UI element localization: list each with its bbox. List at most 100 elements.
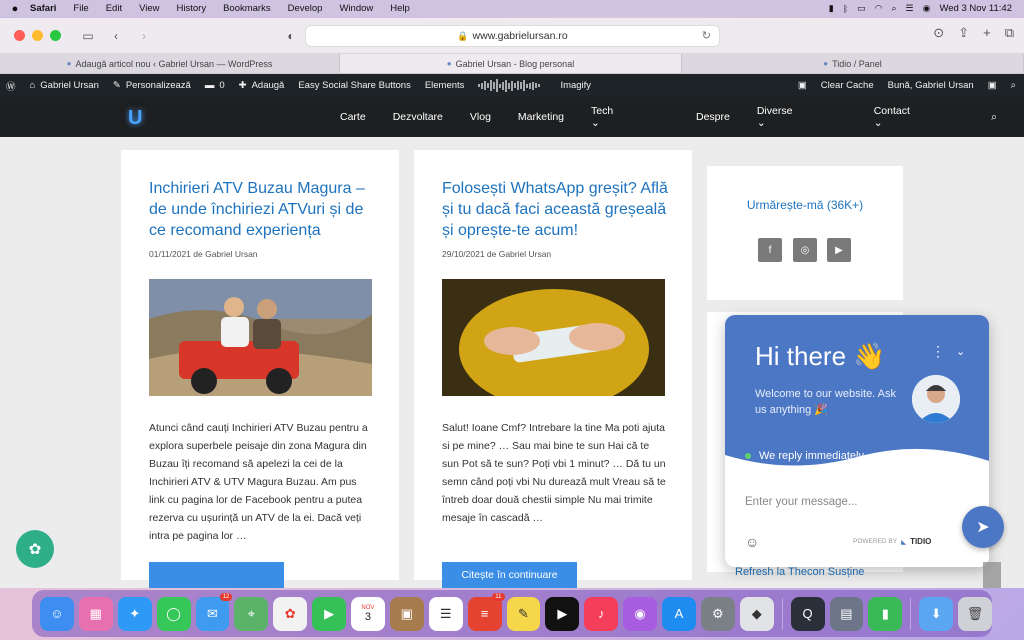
finder-icon[interactable]: ☺ — [40, 596, 74, 631]
nav-search-icon[interactable]: ⌕ — [991, 111, 997, 124]
address-bar[interactable]: 🔒 www.gabrielursan.ro ↻ — [305, 25, 720, 47]
wp-elements-link[interactable]: Elements — [425, 80, 465, 91]
sidebar-link[interactable]: Refresh la Thecon Susține — [735, 566, 864, 578]
read-more-button[interactable] — [149, 562, 284, 588]
apple-menu-icon[interactable]: ● — [0, 3, 30, 15]
scroll-indicator[interactable] — [983, 562, 1001, 588]
site-logo[interactable]: U — [128, 107, 142, 130]
forward-icon[interactable]: › — [133, 25, 155, 47]
facebook-icon[interactable]: f — [758, 238, 782, 262]
mail-icon[interactable]: ✉ 12 — [195, 592, 233, 631]
wp-essb-link[interactable]: Easy Social Share Buttons — [298, 80, 410, 91]
search-icon[interactable]: ⌕ — [891, 3, 896, 14]
menu-develop[interactable]: Develop — [288, 3, 323, 14]
post-image-atv[interactable] — [149, 279, 372, 396]
powered-by-label: POWERED BY — [853, 538, 898, 545]
wp-logo-icon[interactable]: Ⓦ — [6, 79, 16, 93]
wp-customize-link[interactable]: ✎ Personalizează — [113, 80, 191, 91]
floating-badge-icon[interactable]: ✿ — [16, 530, 54, 568]
read-more-button[interactable]: Citește în continuare — [442, 562, 577, 588]
minimize-window-button[interactable] — [32, 30, 43, 41]
menu-view[interactable]: View — [139, 3, 159, 14]
nav-diverse[interactable]: Diverse ⌄ — [757, 105, 847, 129]
quicktime-icon[interactable]: Q — [790, 596, 825, 631]
photos-icon[interactable]: ✿ — [273, 596, 308, 631]
post-title[interactable]: Folosești WhatsApp greșit? Află și tu da… — [442, 178, 672, 241]
menu-window[interactable]: Window — [339, 3, 373, 14]
new-tab-icon[interactable]: + — [983, 25, 991, 41]
dock-separator — [781, 597, 783, 630]
menu-help[interactable]: Help — [390, 3, 410, 14]
tab-blog[interactable]: ● Gabriel Ursan - Blog personal — [340, 54, 682, 73]
activity-monitor-icon[interactable]: ▮ — [868, 596, 903, 631]
roblox-icon[interactable]: ◆ — [739, 596, 774, 631]
youtube-icon[interactable]: ▶ — [827, 238, 851, 262]
preview-icon[interactable]: ▤ — [829, 596, 864, 631]
facetime-icon[interactable]: ▶ — [312, 596, 346, 631]
user-greeting[interactable]: Bună, Gabriel Ursan — [888, 80, 974, 91]
chat-message-input[interactable]: Enter your message... — [745, 496, 858, 508]
maps-icon[interactable]: ⌖ — [234, 596, 269, 631]
tab-wordpress[interactable]: ● Adaugă articol nou ‹ Gabriel Ursan — W… — [0, 54, 340, 73]
chat-options-icon[interactable]: ⋮ — [931, 343, 945, 360]
chat-send-button[interactable]: ➤ — [962, 506, 1004, 548]
app-store-icon[interactable]: A — [662, 596, 696, 631]
todoist-icon[interactable]: ≡ 11 — [467, 592, 505, 631]
wp-comments-link[interactable]: ▬ 0 — [205, 80, 225, 91]
reminders-icon[interactable]: ☰ — [428, 596, 463, 631]
tab-tidio[interactable]: ● Tidio / Panel — [682, 54, 1024, 73]
contacts-icon[interactable]: ▣ — [389, 596, 424, 631]
clear-cache-button[interactable]: Clear Cache — [821, 80, 874, 91]
menu-edit[interactable]: Edit — [106, 3, 122, 14]
nav-despre[interactable]: Despre — [696, 111, 730, 123]
post-image-phone[interactable] — [442, 279, 665, 396]
tab-overview-icon[interactable]: ⧉ — [1005, 25, 1014, 41]
siri-icon[interactable]: ◉ — [923, 3, 931, 14]
menu-file[interactable]: File — [73, 3, 88, 14]
menu-history[interactable]: History — [177, 3, 207, 14]
close-window-button[interactable] — [14, 30, 25, 41]
trash-icon[interactable]: 🗑 — [958, 596, 992, 631]
podcasts-icon[interactable]: ◉ — [623, 596, 657, 631]
zoom-window-button[interactable] — [50, 30, 61, 41]
back-icon[interactable]: ‹ — [105, 25, 127, 47]
instagram-icon[interactable]: ◎ — [793, 238, 817, 262]
menu-bookmarks[interactable]: Bookmarks — [223, 3, 271, 14]
download-icon[interactable]: ⊙ — [933, 25, 944, 41]
user-avatar-icon[interactable]: ▣ — [988, 80, 997, 91]
clock[interactable]: Wed 3 Nov 11:42 — [939, 3, 1012, 14]
safari-icon[interactable]: ✦ — [117, 596, 152, 631]
messages-icon[interactable]: ◯ — [156, 596, 191, 631]
nav-carte[interactable]: Carte — [340, 111, 366, 123]
site-navigation: U Carte Dezvoltare Vlog Marketing Tech ⌄… — [0, 97, 1024, 137]
reload-icon[interactable]: ↻ — [702, 29, 711, 42]
system-preferences-icon[interactable]: ⚙ — [700, 596, 735, 631]
share-icon[interactable]: ⇪ — [958, 25, 969, 41]
notes-icon[interactable]: ✎ — [506, 596, 541, 631]
wifi-icon[interactable]: ◠ — [875, 3, 883, 14]
wp-imagify-link[interactable]: Imagify — [560, 80, 591, 91]
nav-vlog[interactable]: Vlog — [470, 111, 491, 123]
tv-icon[interactable]: ▶ — [545, 596, 580, 631]
privacy-shield-icon[interactable]: ◐ — [280, 25, 302, 47]
battery-icon[interactable]: ▭ — [857, 3, 866, 14]
flag-icon[interactable]: ▮ — [829, 3, 834, 14]
nav-contact[interactable]: Contact ⌄ — [874, 105, 964, 129]
emoji-icon[interactable]: ☺ — [745, 534, 759, 550]
menu-app-name[interactable]: Safari — [30, 3, 56, 14]
post-title[interactable]: Inchirieri ATV Buzau Magura – de unde în… — [149, 178, 379, 241]
control-center-icon[interactable]: ☰ — [906, 3, 914, 14]
wp-search-icon[interactable]: ⌕ — [1011, 80, 1016, 91]
calendar-icon[interactable]: NOV 3 — [351, 596, 385, 631]
nav-tech[interactable]: Tech ⌄ — [591, 105, 669, 129]
chat-minimize-icon[interactable]: ⌄ — [956, 345, 965, 358]
sidebar-toggle-icon[interactable]: ▭ — [77, 25, 99, 47]
bluetooth-icon[interactable]: ᛒ — [843, 4, 848, 14]
music-icon[interactable]: ♪ — [584, 596, 619, 631]
wp-add-new-link[interactable]: ✚ Adaugă — [239, 80, 285, 91]
launchpad-icon[interactable]: ▦ — [78, 596, 113, 631]
downloads-folder-icon[interactable]: ⬇ — [919, 596, 954, 631]
wp-site-link[interactable]: ⌂ Gabriel Ursan — [30, 80, 99, 91]
nav-dezvoltare[interactable]: Dezvoltare — [393, 111, 443, 123]
nav-marketing[interactable]: Marketing — [518, 111, 564, 123]
